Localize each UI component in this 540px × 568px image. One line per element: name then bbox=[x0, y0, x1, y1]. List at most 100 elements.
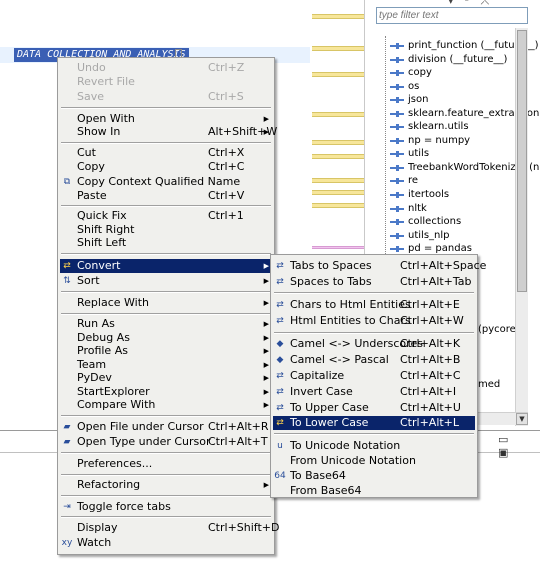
menu-shortcut: Ctrl+1 bbox=[208, 209, 244, 222]
menu-label: Paste bbox=[77, 189, 107, 202]
menu-item-from-base64[interactable]: From Base64 bbox=[273, 484, 475, 498]
menu-shortcut: Ctrl+Alt+L bbox=[400, 416, 460, 429]
menu-label: To Upper Case bbox=[290, 401, 369, 414]
camel-icon: ◆ bbox=[276, 339, 284, 349]
menu-item-convert[interactable]: ⇄ Convert ▶ bbox=[60, 259, 272, 273]
menu-label: Watch bbox=[77, 536, 112, 549]
menu-item-start-explorer[interactable]: StartExplorer ▶ bbox=[60, 385, 272, 399]
menu-item-to-base64[interactable]: 64 To Base64 bbox=[273, 469, 475, 483]
menu-label: Open With bbox=[77, 112, 135, 125]
menu-item-show-in[interactable]: Show In Alt+Shift+W ▶ bbox=[60, 125, 277, 139]
panel-minmax-icons[interactable]: ▭ ▣ bbox=[498, 433, 540, 459]
import-icon bbox=[390, 151, 404, 158]
ruler-mark[interactable] bbox=[312, 112, 364, 117]
menu-item-copy-qualified-name[interactable]: ⧉ Copy Context Qualified Name bbox=[60, 175, 272, 189]
menu-item-refactoring[interactable]: Refactoring ▶ bbox=[60, 478, 272, 492]
menu-separator bbox=[61, 142, 271, 144]
submenu-arrow-icon: ▶ bbox=[263, 347, 269, 355]
import-icon bbox=[390, 124, 404, 131]
menu-item-undo[interactable]: Undo Ctrl+Z bbox=[60, 61, 272, 75]
menu-item-cut[interactable]: Cut Ctrl+X bbox=[60, 146, 272, 160]
menu-label: Shift Right bbox=[77, 223, 135, 236]
submenu-arrow-icon: ▶ bbox=[263, 388, 269, 396]
menu-separator bbox=[61, 495, 271, 497]
menu-item-profile-as[interactable]: Profile As ▶ bbox=[60, 344, 272, 358]
editor-context-menu: Undo Ctrl+Z Revert File Save Ctrl+S Open W… bbox=[57, 57, 279, 555]
menu-item-invert-case[interactable]: ⇄ Invert Case Ctrl+Alt+I bbox=[273, 385, 475, 399]
menu-item-copy[interactable]: Copy Ctrl+C bbox=[60, 160, 272, 174]
menu-item-open-type-under-cursor[interactable]: ▰ Open Type under Cursor Ctrl+Alt+T bbox=[60, 435, 272, 449]
submenu-arrow-icon: ▶ bbox=[263, 481, 269, 489]
menu-item-compare-with[interactable]: Compare With ▶ bbox=[60, 398, 272, 412]
menu-separator bbox=[61, 291, 271, 293]
menu-label: Debug As bbox=[77, 331, 130, 344]
convert-icon: ⇄ bbox=[63, 261, 71, 271]
menu-label: From Unicode Notation bbox=[290, 454, 416, 467]
ruler-mark[interactable] bbox=[312, 14, 364, 19]
menu-item-camel-underscores[interactable]: ◆ Camel <-> Underscores Ctrl+Alt+K bbox=[273, 337, 475, 351]
menu-shortcut: Ctrl+X bbox=[208, 146, 245, 159]
menu-item-chars-to-html[interactable]: ⇄ Chars to Html Entities Ctrl+Alt+E bbox=[273, 298, 475, 312]
menu-label: Open File under Cursor bbox=[77, 420, 204, 433]
menu-item-team[interactable]: Team ▶ bbox=[60, 358, 272, 372]
menu-label: Open Type under Cursor bbox=[77, 435, 211, 448]
ruler-mark[interactable] bbox=[312, 203, 364, 208]
outline-item-partial[interactable]: med bbox=[478, 379, 500, 390]
menu-item-shift-right[interactable]: Shift Right bbox=[60, 223, 272, 237]
menu-item-open-with[interactable]: Open With ▶ bbox=[60, 112, 272, 126]
menu-item-paste[interactable]: Paste Ctrl+V bbox=[60, 189, 272, 203]
outline-item-label: re bbox=[408, 175, 419, 187]
menu-item-html-to-chars[interactable]: ⇄ Html Entities to Chars Ctrl+Alt+W bbox=[273, 314, 475, 328]
menu-item-capitalize[interactable]: ⇄ Capitalize Ctrl+Alt+C bbox=[273, 369, 475, 383]
menu-item-tabs-to-spaces[interactable]: ⇄ Tabs to Spaces Ctrl+Alt+Space bbox=[273, 259, 486, 273]
menu-label: Copy bbox=[77, 160, 105, 173]
outline-vertical-scrollbar[interactable] bbox=[515, 28, 528, 426]
menu-item-open-file-under-cursor[interactable]: ▰ Open File under Cursor Ctrl+Alt+R bbox=[60, 420, 272, 434]
outline-filter-input[interactable] bbox=[376, 7, 528, 24]
menu-item-to-unicode[interactable]: u To Unicode Notation bbox=[273, 439, 475, 453]
ruler-mark[interactable] bbox=[312, 46, 364, 51]
menu-item-save[interactable]: Save Ctrl+S bbox=[60, 90, 272, 104]
ruler-mark[interactable] bbox=[312, 154, 364, 159]
menu-label: Camel <-> Pascal bbox=[290, 353, 389, 366]
menu-label: Sort bbox=[77, 274, 100, 287]
menu-item-to-upper-case[interactable]: ⇄ To Upper Case Ctrl+Alt+U bbox=[273, 401, 475, 415]
menu-item-toggle-force-tabs[interactable]: ⇥ Toggle force tabs bbox=[60, 500, 272, 514]
ruler-mark[interactable] bbox=[312, 246, 364, 249]
menu-shortcut: Ctrl+Alt+U bbox=[400, 401, 461, 414]
menu-label: Convert bbox=[77, 259, 121, 272]
menu-item-to-lower-case[interactable]: ⇄ To Lower Case Ctrl+Alt+L bbox=[273, 416, 475, 430]
menu-item-run-as[interactable]: Run As ▶ bbox=[60, 317, 272, 331]
menu-item-pydev[interactable]: PyDev ▶ bbox=[60, 371, 272, 385]
outline-item-label: sklearn.utils bbox=[408, 121, 469, 133]
menu-shortcut: Ctrl+Z bbox=[208, 61, 245, 74]
convert-icon: ⇄ bbox=[276, 316, 284, 326]
ruler-mark[interactable] bbox=[312, 72, 364, 77]
menu-item-debug-as[interactable]: Debug As ▶ bbox=[60, 331, 272, 345]
menu-item-display[interactable]: Display Ctrl+Shift+D bbox=[60, 521, 279, 535]
menu-item-sort[interactable]: ⇅ Sort ▶ bbox=[60, 274, 272, 288]
menu-label: Refactoring bbox=[77, 478, 141, 491]
menu-label: Display bbox=[77, 521, 118, 534]
menu-separator bbox=[61, 516, 271, 518]
menu-label: Cut bbox=[77, 146, 96, 159]
menu-item-spaces-to-tabs[interactable]: ⇄ Spaces to Tabs Ctrl+Alt+Tab bbox=[273, 275, 475, 289]
menu-label: Undo bbox=[77, 61, 106, 74]
menu-separator bbox=[61, 205, 271, 207]
scroll-down-icon[interactable]: ▼ bbox=[516, 413, 528, 425]
menu-item-shift-left[interactable]: Shift Left bbox=[60, 236, 272, 250]
menu-item-replace-with[interactable]: Replace With ▶ bbox=[60, 296, 272, 310]
menu-item-camel-pascal[interactable]: ◆ Camel <-> Pascal Ctrl+Alt+B bbox=[273, 353, 475, 367]
menu-item-watch[interactable]: xy Watch bbox=[60, 536, 272, 550]
menu-item-revert-file[interactable]: Revert File bbox=[60, 75, 272, 89]
ruler-mark[interactable] bbox=[312, 178, 364, 183]
menu-item-preferences[interactable]: Preferences... bbox=[60, 457, 272, 471]
menu-item-from-unicode[interactable]: From Unicode Notation bbox=[273, 454, 475, 468]
menu-label: Tabs to Spaces bbox=[290, 259, 372, 272]
convert-icon: ⇄ bbox=[276, 261, 284, 271]
submenu-arrow-icon: ▶ bbox=[263, 401, 269, 409]
ruler-mark[interactable] bbox=[312, 140, 364, 145]
scrollbar-thumb[interactable] bbox=[517, 30, 527, 292]
menu-item-quick-fix[interactable]: Quick Fix Ctrl+1 bbox=[60, 209, 272, 223]
ruler-mark[interactable] bbox=[312, 190, 364, 195]
